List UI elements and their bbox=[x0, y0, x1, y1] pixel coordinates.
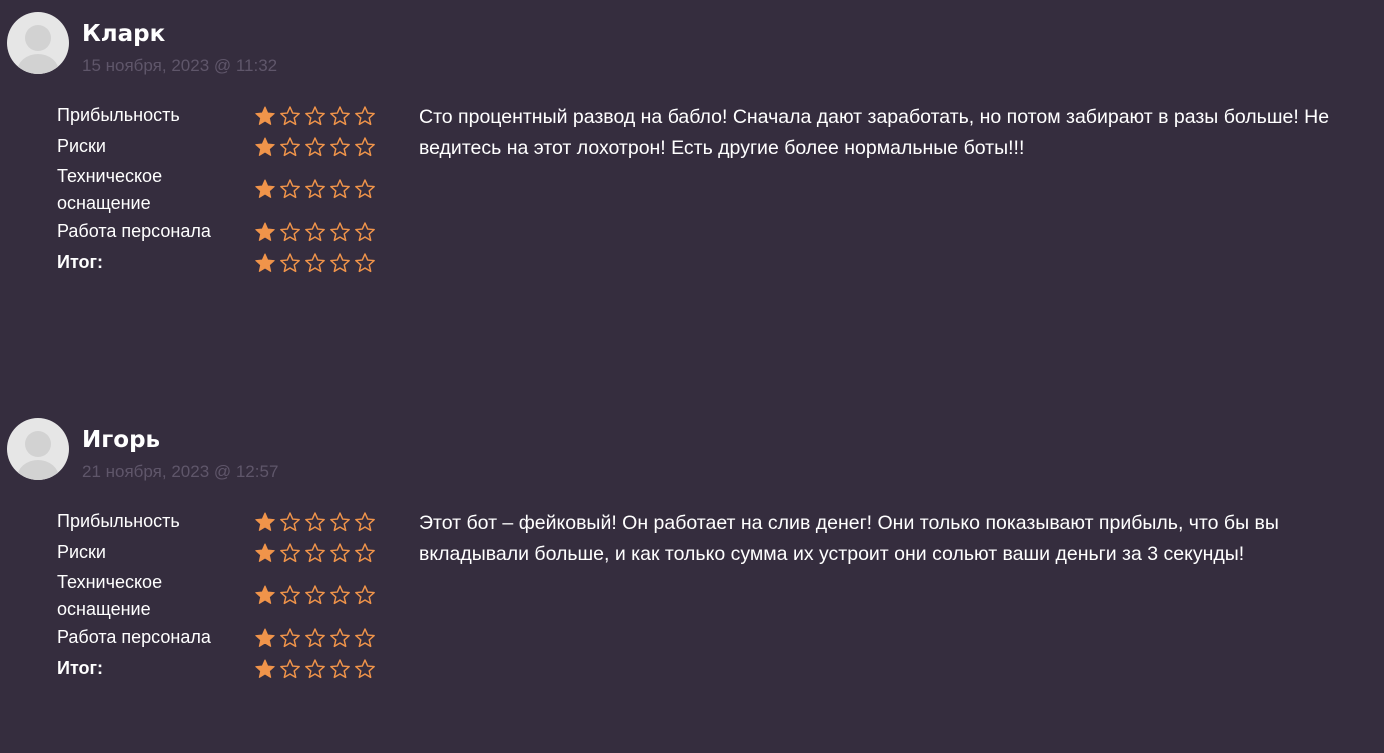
star-outline-icon bbox=[304, 542, 326, 564]
star-outline-icon bbox=[329, 252, 351, 274]
star-outline-icon bbox=[304, 136, 326, 158]
star-outline-icon bbox=[329, 178, 351, 200]
star-outline-icon bbox=[329, 511, 351, 533]
avatar bbox=[7, 12, 69, 74]
star-filled-icon bbox=[254, 584, 276, 606]
star-rating bbox=[254, 221, 376, 243]
star-outline-icon bbox=[354, 627, 376, 649]
star-filled-icon bbox=[254, 511, 276, 533]
star-rating bbox=[254, 584, 376, 606]
avatar-head bbox=[25, 431, 51, 457]
star-filled-icon bbox=[254, 221, 276, 243]
star-rating bbox=[254, 511, 376, 533]
review-author: Кларк bbox=[82, 21, 166, 47]
rating-label: Техническое оснащение bbox=[57, 572, 163, 619]
star-outline-icon bbox=[329, 136, 351, 158]
rating-row: Работа персонала bbox=[57, 216, 387, 247]
star-outline-icon bbox=[354, 136, 376, 158]
review-author: Игорь bbox=[82, 427, 161, 453]
review-date: 21 ноября, 2023 @ 12:57 bbox=[82, 462, 279, 481]
rating-label: Прибыльность bbox=[57, 511, 180, 531]
rating-total-label: Итог: bbox=[57, 252, 104, 272]
rating-label: Работа персонала bbox=[57, 221, 211, 241]
avatar-body bbox=[17, 54, 59, 74]
star-outline-icon bbox=[279, 178, 301, 200]
star-outline-icon bbox=[304, 178, 326, 200]
rating-label: Риски bbox=[57, 136, 106, 156]
rating-row: Работа персонала bbox=[57, 622, 387, 653]
rating-row: Итог: bbox=[57, 247, 387, 278]
star-rating bbox=[254, 136, 376, 158]
rating-label: Прибыльность bbox=[57, 105, 180, 125]
star-outline-icon bbox=[304, 105, 326, 127]
star-rating bbox=[254, 105, 376, 127]
avatar-head bbox=[25, 25, 51, 51]
rating-label: Риски bbox=[57, 542, 106, 562]
star-outline-icon bbox=[279, 252, 301, 274]
rating-row: Риски bbox=[57, 537, 387, 568]
star-filled-icon bbox=[254, 136, 276, 158]
star-outline-icon bbox=[279, 511, 301, 533]
rating-total-label: Итог: bbox=[57, 658, 104, 678]
star-outline-icon bbox=[279, 542, 301, 564]
star-outline-icon bbox=[354, 542, 376, 564]
star-outline-icon bbox=[354, 252, 376, 274]
star-outline-icon bbox=[279, 658, 301, 680]
star-outline-icon bbox=[304, 584, 326, 606]
star-outline-icon bbox=[304, 658, 326, 680]
star-filled-icon bbox=[254, 252, 276, 274]
star-filled-icon bbox=[254, 658, 276, 680]
star-outline-icon bbox=[329, 627, 351, 649]
rating-list: Прибыльность Риски Техническое оснащение… bbox=[57, 100, 387, 278]
review-text: Этот бот – фейковый! Он работает на слив… bbox=[419, 512, 1279, 565]
rating-label: Работа персонала bbox=[57, 627, 211, 647]
rating-row: Техническое оснащение bbox=[57, 568, 387, 622]
star-outline-icon bbox=[279, 627, 301, 649]
star-rating bbox=[254, 252, 376, 274]
star-outline-icon bbox=[354, 105, 376, 127]
star-outline-icon bbox=[329, 658, 351, 680]
star-outline-icon bbox=[279, 221, 301, 243]
star-outline-icon bbox=[304, 627, 326, 649]
star-filled-icon bbox=[254, 627, 276, 649]
star-outline-icon bbox=[329, 584, 351, 606]
star-filled-icon bbox=[254, 542, 276, 564]
rating-row: Прибыльность bbox=[57, 100, 387, 131]
rating-row: Техническое оснащение bbox=[57, 162, 387, 216]
review-date: 15 ноября, 2023 @ 11:32 bbox=[82, 56, 278, 75]
star-outline-icon bbox=[329, 221, 351, 243]
rating-list: Прибыльность Риски Техническое оснащение… bbox=[57, 506, 387, 684]
avatar bbox=[7, 418, 69, 480]
star-outline-icon bbox=[279, 584, 301, 606]
star-rating bbox=[254, 627, 376, 649]
star-filled-icon bbox=[254, 178, 276, 200]
star-outline-icon bbox=[304, 511, 326, 533]
rating-row: Риски bbox=[57, 131, 387, 162]
star-rating bbox=[254, 542, 376, 564]
star-outline-icon bbox=[279, 105, 301, 127]
star-outline-icon bbox=[354, 658, 376, 680]
review-text: Сто процентный развод на бабло! Сначала … bbox=[419, 106, 1330, 159]
star-outline-icon bbox=[279, 136, 301, 158]
star-outline-icon bbox=[354, 511, 376, 533]
star-rating bbox=[254, 178, 376, 200]
star-outline-icon bbox=[354, 584, 376, 606]
star-rating bbox=[254, 658, 376, 680]
star-outline-icon bbox=[329, 105, 351, 127]
rating-row: Прибыльность bbox=[57, 506, 387, 537]
star-outline-icon bbox=[304, 221, 326, 243]
rating-row: Итог: bbox=[57, 653, 387, 684]
star-outline-icon bbox=[354, 178, 376, 200]
star-outline-icon bbox=[329, 542, 351, 564]
rating-label: Техническое оснащение bbox=[57, 166, 163, 213]
star-filled-icon bbox=[254, 105, 276, 127]
star-outline-icon bbox=[304, 252, 326, 274]
avatar-body bbox=[17, 460, 59, 480]
star-outline-icon bbox=[354, 221, 376, 243]
